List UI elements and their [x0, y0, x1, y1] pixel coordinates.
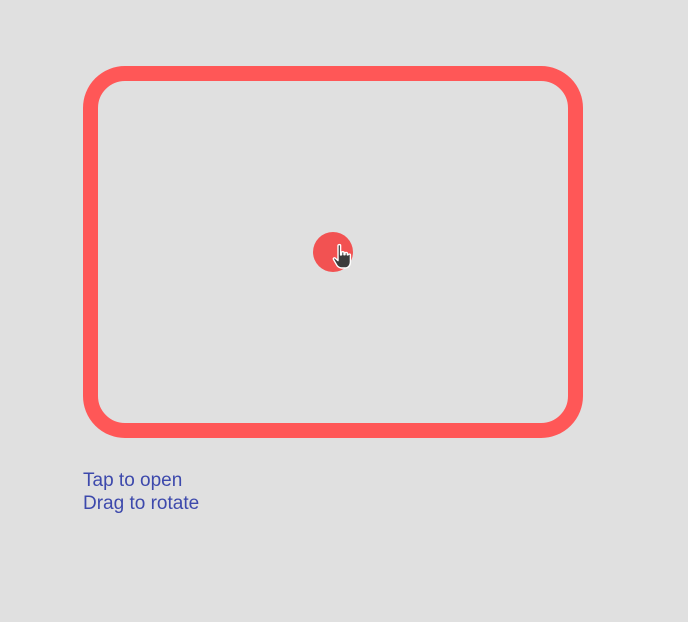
- tap-handle[interactable]: [313, 232, 353, 272]
- instruction-text: Tap to open Drag to rotate: [83, 469, 199, 515]
- drag-instruction: Drag to rotate: [83, 493, 200, 514]
- tap-instruction: Tap to open: [83, 470, 183, 491]
- gesture-stage: Tap to open Drag to rotate: [0, 0, 688, 622]
